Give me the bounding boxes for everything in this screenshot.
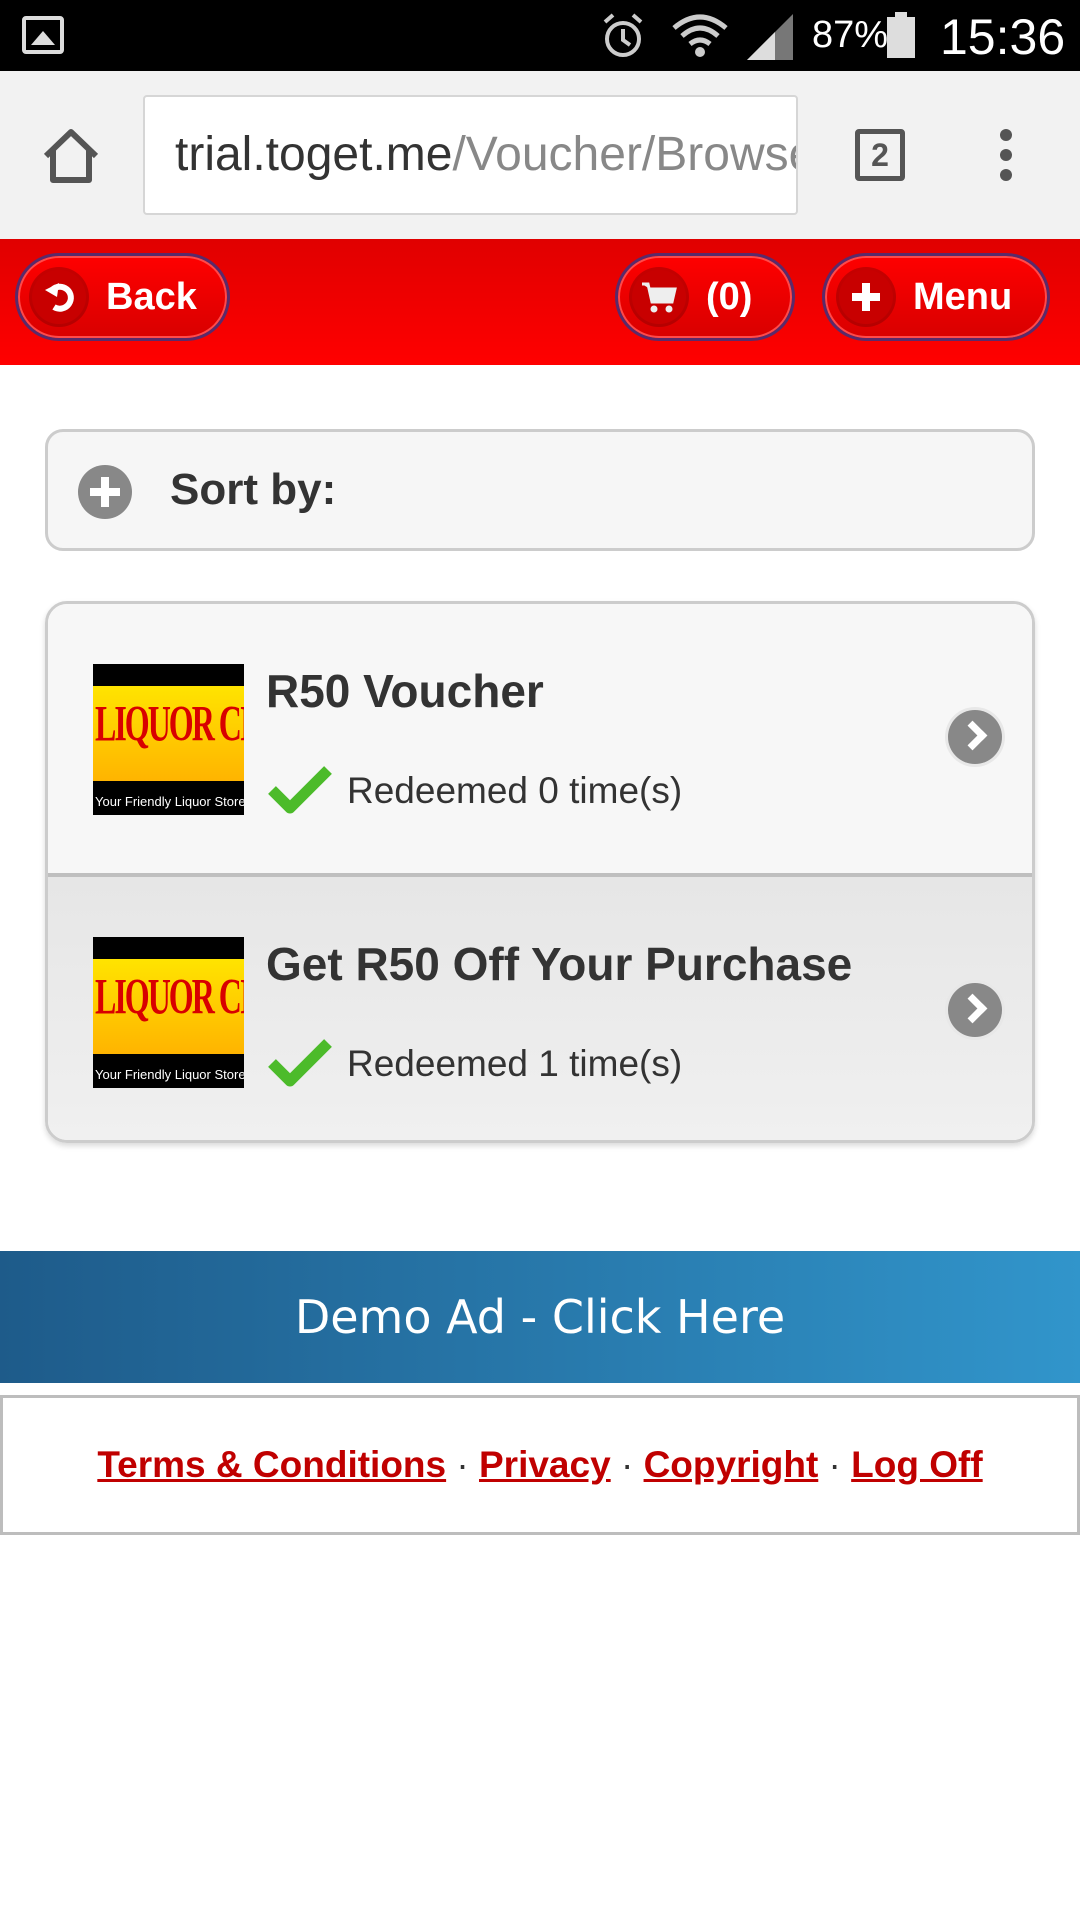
cart-button[interactable]: (0) xyxy=(615,253,795,341)
sort-by-toggle[interactable]: Sort by: xyxy=(45,429,1035,551)
clock: 15:36 xyxy=(940,9,1066,65)
footer-links: Terms & Conditions · Privacy · Copyright… xyxy=(0,1395,1080,1535)
terms-link[interactable]: Terms & Conditions xyxy=(97,1444,446,1485)
gallery-notification-icon xyxy=(22,16,64,54)
cart-count: (0) xyxy=(706,275,753,318)
sort-label: Sort by: xyxy=(170,465,337,514)
back-button[interactable]: Back xyxy=(15,253,230,341)
redeemed-status: Redeemed 0 time(s) xyxy=(347,770,683,811)
app-header: Back (0) Menu xyxy=(0,239,1080,365)
voucher-logo: LIQUOR CITY Your Friendly Liquor Store xyxy=(93,937,244,1088)
demo-ad-banner[interactable]: Demo Ad - Click Here xyxy=(0,1251,1080,1383)
alarm-icon xyxy=(603,13,643,57)
voucher-title: Get R50 Off Your Purchase xyxy=(266,938,853,990)
browser-toolbar: trial.toget.me/Voucher/Browse 2 xyxy=(0,71,1080,239)
separator: · xyxy=(828,1444,841,1485)
expand-plus-icon xyxy=(78,465,132,519)
back-arrow-icon xyxy=(32,270,86,324)
url-host: trial.toget.me xyxy=(175,128,453,181)
voucher-logo: LIQUOR CITY Your Friendly Liquor Store xyxy=(93,664,244,815)
copyright-link[interactable]: Copyright xyxy=(644,1444,819,1485)
voucher-title: R50 Voucher xyxy=(266,665,544,717)
separator: · xyxy=(620,1444,634,1485)
menu-label: Menu xyxy=(913,275,1013,318)
chevron-right-icon xyxy=(948,710,1002,764)
plus-icon xyxy=(839,270,893,324)
back-label: Back xyxy=(106,275,197,318)
log-off-link[interactable]: Log Off xyxy=(851,1444,983,1485)
voucher-item[interactable]: LIQUOR CITY Your Friendly Liquor Store G… xyxy=(48,873,1032,1140)
check-icon xyxy=(268,1039,332,1087)
check-icon xyxy=(268,766,332,814)
voucher-list: LIQUOR CITY Your Friendly Liquor Store R… xyxy=(45,601,1035,1143)
address-bar[interactable]: trial.toget.me/Voucher/Browse xyxy=(143,95,798,215)
battery-icon xyxy=(887,12,915,58)
voucher-item[interactable]: LIQUOR CITY Your Friendly Liquor Store R… xyxy=(48,604,1032,873)
chevron-right-icon xyxy=(948,983,1002,1037)
status-bar: 87% 15:36 xyxy=(0,0,1080,71)
privacy-link[interactable]: Privacy xyxy=(479,1444,611,1485)
separator: · xyxy=(456,1444,469,1485)
signal-icon xyxy=(747,14,793,60)
overflow-menu-icon[interactable] xyxy=(1000,129,1014,189)
wifi-icon xyxy=(672,14,728,57)
tabs-count-button[interactable]: 2 xyxy=(855,129,905,181)
shopping-cart-icon xyxy=(632,270,686,324)
url-path: /Voucher/Browse xyxy=(452,128,798,181)
redeemed-status: Redeemed 1 time(s) xyxy=(347,1043,683,1084)
menu-button[interactable]: Menu xyxy=(822,253,1050,341)
home-icon[interactable] xyxy=(40,126,102,186)
battery-percentage: 87% xyxy=(812,14,889,56)
